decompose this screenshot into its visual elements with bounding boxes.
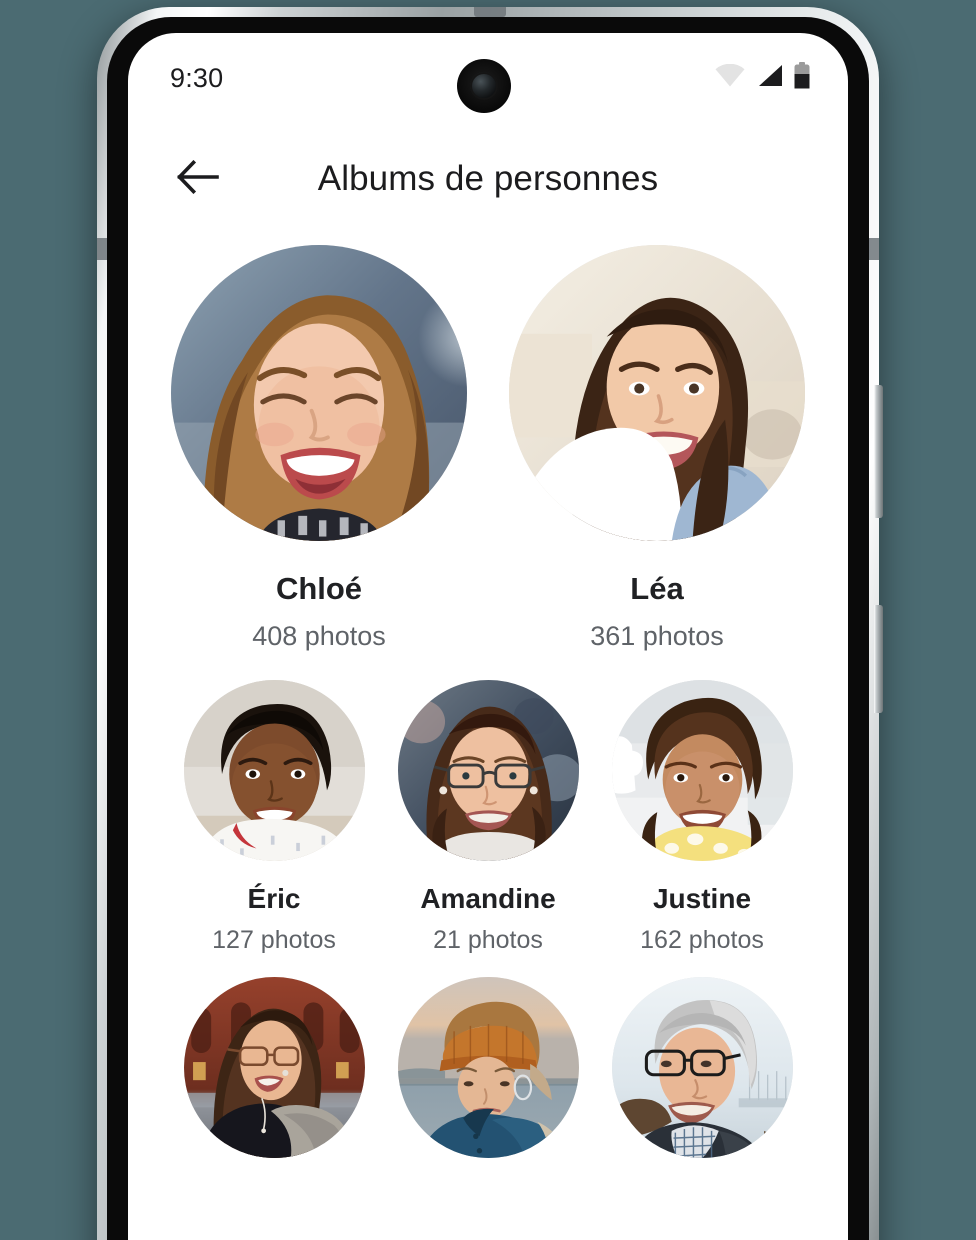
person-name: Éric <box>247 883 301 914</box>
avatar <box>509 245 805 541</box>
back-button[interactable] <box>160 159 236 199</box>
person-photo-count: 127 photos <box>212 926 336 954</box>
wifi-icon <box>715 63 745 92</box>
person-album-chloe[interactable]: Chloé 408 photos <box>171 245 467 652</box>
person-album-row3-2[interactable] <box>397 977 579 1158</box>
antenna-band-right <box>868 238 879 260</box>
person-name: Chloé <box>275 571 363 606</box>
avatar <box>183 680 365 861</box>
person-photo-count: 162 photos <box>640 926 764 954</box>
arrow-left-icon <box>176 159 219 199</box>
avatar <box>611 977 793 1158</box>
status-bar-clock: 9:30 <box>170 62 224 93</box>
avatar <box>397 680 579 861</box>
person-album-lea[interactable]: Léa 361 photos <box>509 245 805 652</box>
person-name: Justine <box>652 883 752 914</box>
cellular-signal-icon <box>756 64 783 92</box>
people-albums-grid: Chloé 408 photos Léa 361 photos Éric 127… <box>128 235 848 1240</box>
people-row-2: Éric 127 photos Amandine 21 photos Justi… <box>128 680 848 955</box>
person-album-eric[interactable]: Éric 127 photos <box>183 680 365 955</box>
people-row-1: Chloé 408 photos Léa 361 photos <box>128 245 848 652</box>
people-row-3 <box>128 977 848 1158</box>
person-album-row3-1[interactable] <box>183 977 365 1158</box>
phone-screen: 9:30 Albums de personnes Chloé 408 photo… <box>128 33 848 1240</box>
avatar <box>611 680 793 861</box>
screenshot-stage: 9:30 Albums de personnes Chloé 408 photo… <box>0 0 976 1240</box>
page-title: Albums de personnes <box>317 159 659 198</box>
front-camera-punch-hole <box>457 59 511 113</box>
power-button[interactable] <box>874 605 883 713</box>
person-photo-count: 408 photos <box>252 621 386 651</box>
app-bar: Albums de personnes <box>128 123 848 235</box>
person-name: Amandine <box>420 883 556 914</box>
volume-rocker-button[interactable] <box>874 385 883 518</box>
avatar <box>183 977 365 1158</box>
person-album-amandine[interactable]: Amandine 21 photos <box>397 680 579 955</box>
person-photo-count: 21 photos <box>433 926 543 954</box>
person-album-row3-3[interactable] <box>611 977 793 1158</box>
antenna-band-top <box>474 7 506 17</box>
person-photo-count: 361 photos <box>590 621 724 651</box>
battery-icon <box>794 62 810 94</box>
avatar <box>171 245 467 541</box>
person-album-justine[interactable]: Justine 162 photos <box>611 680 793 955</box>
person-name: Léa <box>630 571 684 606</box>
avatar <box>397 977 579 1158</box>
status-bar-icons <box>715 62 810 94</box>
